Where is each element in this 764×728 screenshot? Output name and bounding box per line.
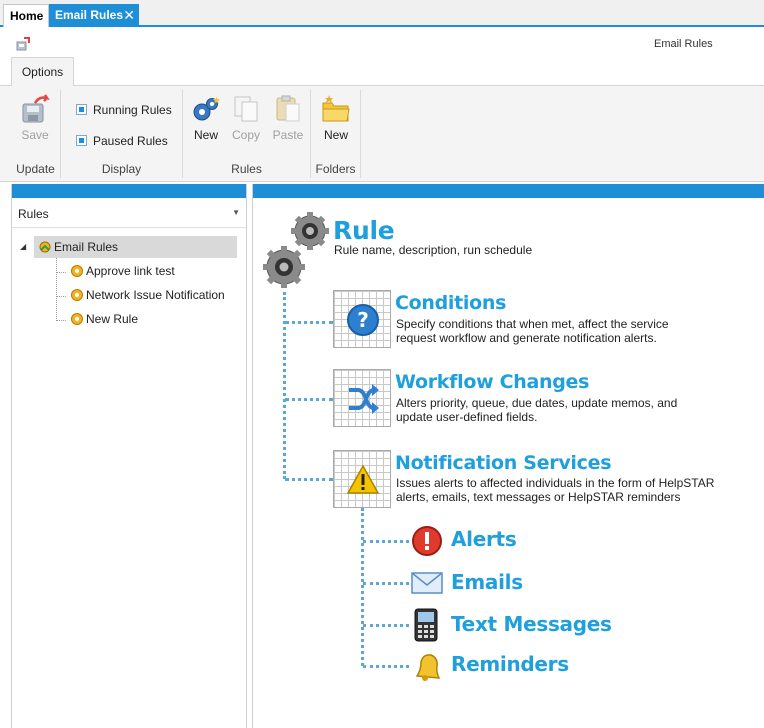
rules-dropdown-value: Rules	[18, 207, 49, 221]
tree-node-label: Network Issue Notification	[86, 288, 225, 302]
paste-icon	[276, 95, 300, 122]
running-rules-label: Running Rules	[93, 103, 172, 117]
rule-gear-icon	[71, 313, 83, 325]
tree-node-label: New Rule	[86, 312, 139, 326]
workflow-desc-line2: update user-defined fields.	[396, 410, 538, 424]
workflow-box	[333, 369, 391, 427]
tree-node-label: Email Rules	[54, 240, 119, 254]
tab-email-rules-label: Email Rules	[55, 8, 124, 22]
paused-rules-checkbox[interactable]: Paused Rules	[76, 134, 168, 148]
rules-group: New Copy Paste Rules	[183, 90, 311, 178]
copy-icon	[234, 96, 258, 122]
tree-node-rule[interactable]: Network Issue Notification	[66, 284, 225, 306]
collapse-triangle-icon[interactable]: ◢	[20, 236, 26, 258]
paused-rules-check-icon	[76, 135, 87, 146]
save-icon	[22, 94, 50, 123]
rules-dropdown[interactable]: Rules ▼	[12, 198, 246, 228]
right-panel-header	[253, 184, 764, 198]
notification-heading: Notification Services	[395, 452, 612, 474]
ribbon-title-bar: Email Rules	[0, 29, 764, 57]
update-group: Save Update	[11, 90, 61, 178]
rules-group-label: Rules	[231, 162, 262, 176]
new-rule-label: New	[193, 128, 218, 142]
paused-rules-label: Paused Rules	[93, 134, 168, 148]
left-panel-header	[12, 184, 246, 198]
rule-overview-panel: Rule Rule name, description, run schedul…	[252, 184, 764, 728]
running-rules-checkbox[interactable]: Running Rules	[76, 103, 172, 117]
shuffle-arrows-icon	[349, 384, 379, 414]
mobile-phone-icon	[414, 608, 438, 642]
rule-gear-icon	[71, 289, 83, 301]
save-label: Save	[21, 128, 49, 142]
conditions-heading: Conditions	[395, 292, 507, 314]
close-icon[interactable]: ✕	[123, 4, 135, 27]
connector-line	[285, 321, 333, 324]
notification-desc-line1: Issues alerts to affected individuals in…	[396, 476, 715, 490]
rule-description: Rule name, description, run schedule	[334, 243, 533, 257]
tree-connector	[56, 296, 66, 297]
ribbon: Save Update Display Running Rules Paused…	[0, 86, 764, 182]
conditions-desc-line1: Specify conditions that when met, affect…	[396, 317, 669, 331]
document-title: Email Rules	[654, 38, 713, 50]
paste-label: Paste	[272, 128, 304, 142]
question-icon: ?	[347, 304, 379, 336]
new-folder-label: New	[323, 128, 348, 142]
tree-node-rule[interactable]: Approve link test	[66, 260, 175, 282]
chevron-down-icon: ▼	[232, 208, 240, 217]
notification-box	[333, 450, 391, 508]
reminders-label: Reminders	[451, 652, 569, 676]
text-messages-label: Text Messages	[451, 612, 612, 636]
notification-desc-line2: alerts, emails, text messages or HelpSTA…	[396, 490, 681, 504]
tree-connector	[56, 272, 66, 273]
ribbon-tabs: Options	[0, 57, 764, 87]
conditions-box: ?	[333, 290, 391, 348]
bell-icon	[415, 654, 441, 681]
connector-line	[363, 582, 409, 585]
tab-options[interactable]: Options	[11, 57, 74, 87]
tree-node-label: Approve link test	[86, 264, 175, 278]
email-rules-folder-icon	[39, 241, 51, 253]
workflow-heading: Workflow Changes	[395, 371, 590, 393]
rules-tree-panel: Rules ▼ ◢ Email Rules Approve link test	[11, 184, 247, 728]
new-rule-gears-icon	[193, 96, 220, 121]
tab-email-rules[interactable]: Email Rules ✕	[49, 4, 139, 27]
workflow-desc-line1: Alters priority, queue, due dates, updat…	[396, 396, 678, 410]
tree-node-email-rules[interactable]: ◢ Email Rules	[20, 236, 237, 258]
rule-heading: Rule	[333, 216, 395, 245]
tree-node-rule[interactable]: New Rule	[66, 308, 138, 330]
save-button[interactable]: Save	[17, 94, 53, 142]
alerts-label: Alerts	[451, 527, 517, 551]
new-folder-button[interactable]: New	[318, 94, 354, 142]
paste-button[interactable]: Paste	[270, 94, 306, 142]
copy-button[interactable]: Copy	[228, 94, 264, 142]
gears-icon	[263, 212, 329, 288]
update-group-label: Update	[16, 162, 55, 176]
tree-connector	[56, 258, 57, 321]
copy-label: Copy	[231, 128, 260, 142]
connector-line	[285, 398, 333, 401]
tree-connector	[56, 320, 66, 321]
folders-group: New Folders	[311, 90, 361, 178]
warning-icon	[346, 464, 380, 494]
rule-gear-icon	[71, 265, 83, 277]
connector-line	[363, 540, 409, 543]
svg-text:?: ?	[357, 308, 369, 332]
conditions-desc-line2: request workflow and generate notificati…	[396, 331, 657, 345]
new-folder-icon	[322, 95, 350, 122]
connector-line	[363, 665, 409, 668]
connector-line	[285, 478, 333, 481]
folders-group-label: Folders	[315, 162, 356, 176]
connector-line	[361, 508, 364, 666]
connector-line	[363, 624, 409, 627]
running-rules-check-icon	[76, 104, 87, 115]
tab-home[interactable]: Home	[3, 4, 49, 27]
emails-label: Emails	[451, 570, 523, 594]
alert-icon	[412, 526, 442, 556]
display-group-label: Display	[101, 162, 142, 176]
envelope-icon	[411, 572, 443, 594]
document-tab-bar: Home Email Rules ✕	[0, 0, 764, 27]
new-rule-button[interactable]: New	[188, 94, 224, 142]
quick-access-icon[interactable]	[16, 37, 30, 51]
